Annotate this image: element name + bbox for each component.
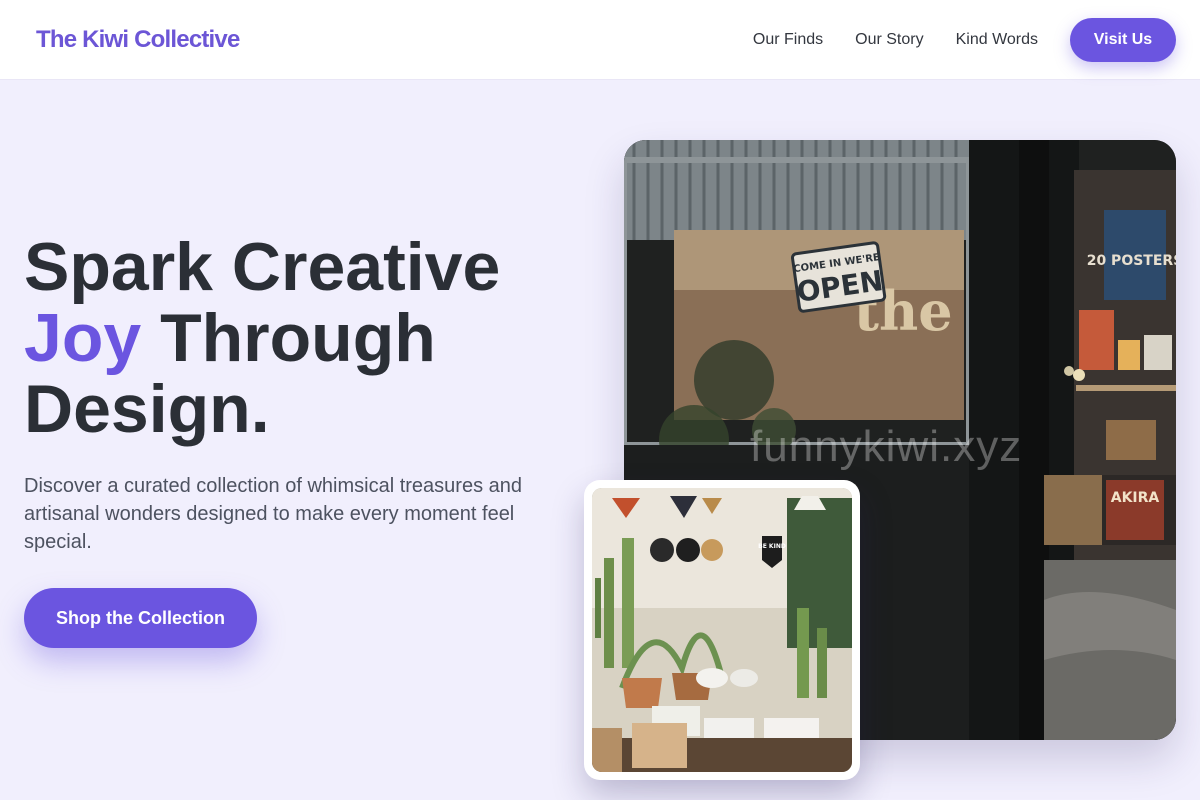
main-nav: Our Finds Our Story Kind Words Visit Us [753, 17, 1176, 62]
site-logo[interactable]: The Kiwi Collective [36, 26, 240, 54]
hero-description: Discover a curated collection of whimsic… [24, 475, 522, 553]
visit-us-button[interactable]: Visit Us [1070, 17, 1176, 62]
nav-link-kind-words[interactable]: Kind Words [956, 31, 1038, 49]
shop-interior-photo-frame: BE KIND [584, 480, 860, 780]
book-text: AKIRA [1111, 490, 1160, 506]
hero-title-line3: Design. [24, 371, 270, 447]
shop-collection-button[interactable]: Shop the Collection [24, 588, 257, 648]
hero-title-line2: Through [141, 300, 436, 376]
site-header: The Kiwi Collective Our Finds Our Story … [0, 0, 1200, 80]
hero-title: Spark Creative Joy Through Design. [24, 232, 584, 445]
poster-text: 20 POSTERS [1087, 253, 1176, 269]
shop-interior-photo: BE KIND [592, 488, 852, 772]
nav-link-our-finds[interactable]: Our Finds [753, 31, 823, 49]
nav-link-our-story[interactable]: Our Story [855, 31, 923, 49]
hero-title-line1: Spark Creative [24, 229, 501, 305]
hero-title-accent: Joy [24, 300, 142, 376]
be-kind-pennant-text: BE KIND [758, 543, 786, 550]
